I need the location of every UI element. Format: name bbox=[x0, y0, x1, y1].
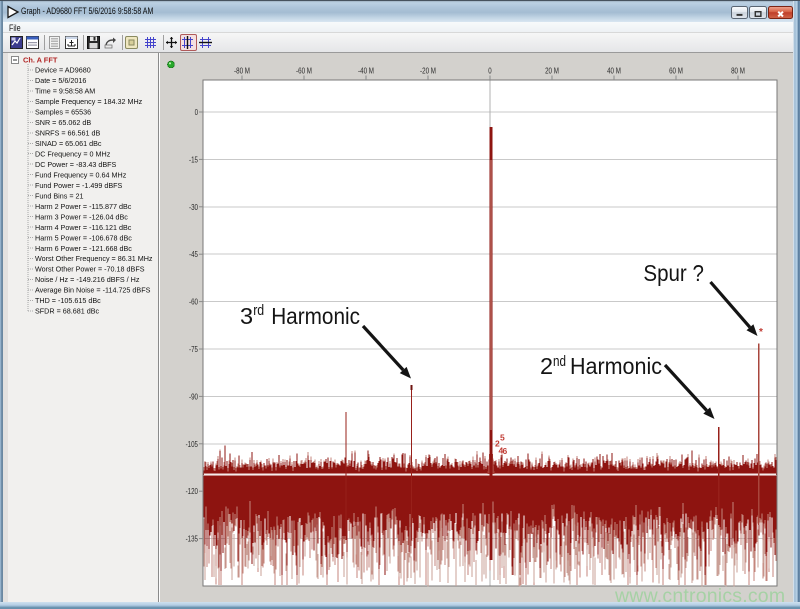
svg-text:THD = -105.615 dBc: THD = -105.615 dBc bbox=[35, 296, 101, 305]
svg-text:-90: -90 bbox=[189, 391, 198, 401]
svg-text:Spur ?: Spur ? bbox=[643, 260, 704, 286]
svg-text:Harm 2 Power = -115.877 dBc: Harm 2 Power = -115.877 dBc bbox=[35, 202, 132, 211]
svg-text:SINAD = 65.061 dBc: SINAD = 65.061 dBc bbox=[35, 139, 102, 148]
svg-text:*: * bbox=[759, 327, 763, 338]
svg-text:-40 M: -40 M bbox=[358, 66, 374, 76]
svg-text:-20 M: -20 M bbox=[420, 66, 436, 76]
svg-text:-75: -75 bbox=[189, 344, 198, 354]
svg-text:Harmonic: Harmonic bbox=[570, 353, 662, 379]
svg-text:40 M: 40 M bbox=[607, 66, 621, 76]
svg-text:rd: rd bbox=[253, 302, 264, 319]
svg-text:-80 M: -80 M bbox=[234, 66, 250, 76]
svg-text:-120: -120 bbox=[186, 486, 199, 496]
svg-text:SNRFS = 66.561 dB: SNRFS = 66.561 dB bbox=[35, 129, 101, 138]
svg-text:Ch. A FFT: Ch. A FFT bbox=[23, 56, 58, 65]
svg-text:Device = AD9680: Device = AD9680 bbox=[35, 66, 91, 75]
svg-text:Date = 5/6/2016: Date = 5/6/2016 bbox=[35, 76, 86, 85]
svg-text:SFDR = 68.681 dBc: SFDR = 68.681 dBc bbox=[35, 307, 100, 316]
svg-text:-105: -105 bbox=[186, 439, 199, 449]
svg-text:Fund Bins = 21: Fund Bins = 21 bbox=[35, 191, 84, 200]
svg-text:0: 0 bbox=[488, 66, 492, 76]
svg-text:-30: -30 bbox=[189, 202, 198, 212]
svg-text:Harmonic: Harmonic bbox=[271, 303, 360, 329]
svg-text:3: 3 bbox=[240, 303, 253, 329]
svg-text:-135: -135 bbox=[186, 534, 199, 544]
svg-text:DC Frequency = 0 MHz: DC Frequency = 0 MHz bbox=[35, 149, 111, 158]
svg-text:Noise / Hz = -149.216 dBFS / H: Noise / Hz = -149.216 dBFS / Hz bbox=[35, 275, 140, 284]
svg-text:80 M: 80 M bbox=[731, 66, 745, 76]
svg-text:Fund Frequency = 0.64 MHz: Fund Frequency = 0.64 MHz bbox=[35, 170, 127, 179]
svg-text:2: 2 bbox=[540, 353, 553, 379]
svg-text:0: 0 bbox=[195, 107, 199, 117]
svg-text:Worst Other Power = -70.18 dBF: Worst Other Power = -70.18 dBFS bbox=[35, 265, 145, 274]
svg-text:-15: -15 bbox=[189, 154, 198, 164]
svg-text:Worst Other Frequency = 86.31: Worst Other Frequency = 86.31 MHz bbox=[35, 254, 153, 263]
svg-text:60 M: 60 M bbox=[669, 66, 683, 76]
svg-text:-60: -60 bbox=[189, 297, 198, 307]
svg-text:Harm 4 Power = -116.121 dBc: Harm 4 Power = -116.121 dBc bbox=[35, 223, 132, 232]
svg-text:Fund Power = -1.499 dBFS: Fund Power = -1.499 dBFS bbox=[35, 181, 123, 190]
svg-text:Sample Frequency = 184.32 MHz: Sample Frequency = 184.32 MHz bbox=[35, 97, 143, 106]
svg-text:6: 6 bbox=[503, 446, 508, 456]
svg-text:5: 5 bbox=[500, 433, 505, 443]
svg-text:Harm 6 Power = -121.668 dBc: Harm 6 Power = -121.668 dBc bbox=[35, 244, 132, 253]
svg-text:Harm 3 Power = -126.04 dBc: Harm 3 Power = -126.04 dBc bbox=[35, 212, 128, 221]
svg-text:-45: -45 bbox=[189, 249, 198, 259]
svg-text:Harm 5 Power = -106.678 dBc: Harm 5 Power = -106.678 dBc bbox=[35, 233, 132, 242]
svg-text:SNR = 65.062 dB: SNR = 65.062 dB bbox=[35, 118, 91, 127]
svg-text:nd: nd bbox=[553, 353, 566, 370]
svg-text:Average Bin Noise = -114.725 d: Average Bin Noise = -114.725 dBFS bbox=[35, 286, 151, 295]
svg-text:DC Power = -83.43 dBFS: DC Power = -83.43 dBFS bbox=[35, 160, 117, 169]
svg-text:Samples = 65536: Samples = 65536 bbox=[35, 108, 91, 117]
svg-text:20 M: 20 M bbox=[545, 66, 559, 76]
svg-text:-60 M: -60 M bbox=[296, 66, 312, 76]
svg-text:Time = 9:58:58 AM: Time = 9:58:58 AM bbox=[35, 87, 95, 96]
